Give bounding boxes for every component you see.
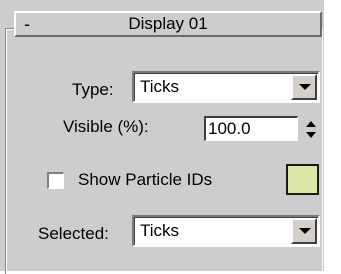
- spinner-down-icon[interactable]: [306, 132, 316, 138]
- type-dropdown-value: Ticks: [140, 77, 180, 96]
- visible-percent-input[interactable]: 100.0: [204, 116, 298, 141]
- spinner-arrows-icon[interactable]: [305, 118, 317, 142]
- rollout-title: Display 01: [128, 14, 208, 33]
- selected-dropdown-value: Ticks: [140, 221, 180, 240]
- chevron-down-icon: [299, 84, 311, 90]
- spinner-up-icon[interactable]: [306, 121, 316, 127]
- visible-label: Visible (%):: [63, 117, 149, 136]
- particle-id-color-swatch[interactable]: [286, 164, 319, 195]
- type-label: Type:: [72, 80, 114, 99]
- show-particle-ids-label[interactable]: Show Particle IDs: [78, 170, 212, 190]
- panel-right-gutter: [324, 0, 341, 271]
- chevron-down-icon: [299, 228, 311, 234]
- type-dropdown[interactable]: Ticks: [132, 71, 320, 103]
- display-rollout-panel: - Display 01 Type: Ticks Visible (%): 10…: [0, 0, 341, 274]
- rollout-header[interactable]: - Display 01: [14, 11, 322, 37]
- selected-dropdown[interactable]: Ticks: [132, 215, 320, 247]
- visible-percent-value: 100.0: [208, 119, 251, 138]
- show-particle-ids-checkbox[interactable]: [47, 172, 64, 189]
- selected-label: Selected:: [38, 224, 109, 243]
- type-dropdown-button[interactable]: [291, 74, 317, 100]
- selected-dropdown-button[interactable]: [291, 218, 317, 244]
